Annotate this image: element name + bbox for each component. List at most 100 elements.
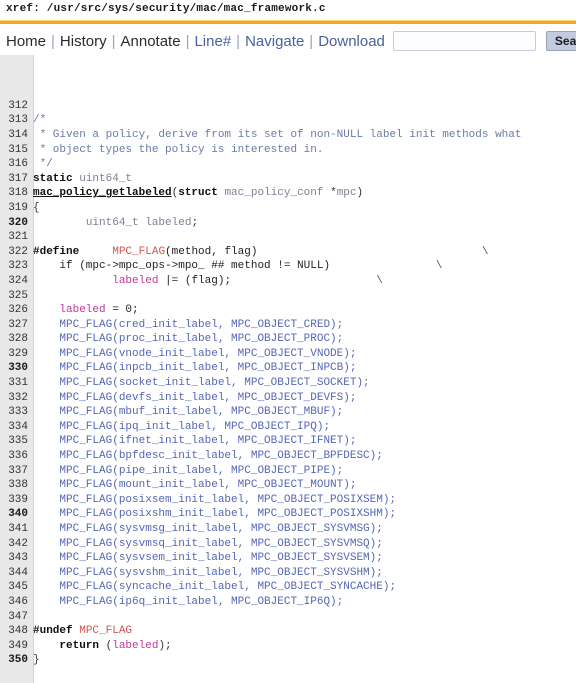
line-number[interactable]: 327 bbox=[0, 318, 33, 333]
line-number[interactable]: 334 bbox=[0, 420, 33, 435]
line-number[interactable]: 328 bbox=[0, 332, 33, 347]
line-number[interactable]: 344 bbox=[0, 566, 33, 581]
code-token: uint64_t bbox=[79, 172, 133, 185]
line-number[interactable]: 313 bbox=[0, 113, 33, 128]
code-line: 335 MPC_FLAG(ifnet_init_label, MPC_OBJEC… bbox=[0, 434, 576, 449]
code-token: static bbox=[33, 172, 80, 185]
line-number[interactable]: 342 bbox=[0, 537, 33, 552]
code-symbol-link[interactable]: MPC_FLAG(socket_init_label, MPC_OBJECT_S… bbox=[59, 377, 369, 389]
line-number[interactable]: 350 bbox=[0, 653, 33, 668]
search-input[interactable] bbox=[392, 31, 536, 51]
code-symbol-link[interactable]: MPC_FLAG(sysvsem_init_label, MPC_OBJECT_… bbox=[59, 552, 382, 564]
line-number[interactable]: 312 bbox=[0, 99, 33, 114]
line-number[interactable]: 329 bbox=[0, 347, 33, 362]
code-symbol-link[interactable]: MPC_FLAG(sysvmsq_init_label, MPC_OBJECT_… bbox=[59, 538, 382, 550]
menu-link-history[interactable]: History bbox=[60, 33, 107, 50]
code-symbol-link[interactable]: mac_policy_getlabeled bbox=[33, 187, 172, 199]
line-number[interactable]: 346 bbox=[0, 595, 33, 610]
code-line: 314 * Given a policy, derive from its se… bbox=[0, 128, 576, 143]
code-token: ; bbox=[191, 216, 199, 229]
code-symbol-link[interactable]: MPC_FLAG(devfs_init_label, MPC_OBJECT_DE… bbox=[59, 392, 356, 404]
code-symbol-link[interactable]: MPC_FLAG(ip6q_init_label, MPC_OBJECT_IP6… bbox=[59, 596, 343, 608]
code-symbol-link[interactable]: MPC_FLAG(mount_init_label, MPC_OBJECT_MO… bbox=[59, 479, 356, 491]
line-number[interactable]: 332 bbox=[0, 391, 33, 406]
line-number[interactable]: 349 bbox=[0, 639, 33, 654]
search-button[interactable]: Search bbox=[545, 31, 576, 51]
line-number[interactable]: 318 bbox=[0, 186, 33, 201]
code-line: 312 bbox=[0, 99, 576, 114]
code-symbol-link[interactable]: MPC_FLAG bbox=[79, 625, 132, 637]
code-symbol-link[interactable]: MPC_FLAG(posixshm_init_label, MPC_OBJECT… bbox=[59, 508, 396, 520]
line-number[interactable]: 336 bbox=[0, 449, 33, 464]
code-symbol-link[interactable]: MPC_FLAG(vnode_init_label, MPC_OBJECT_VN… bbox=[59, 348, 356, 360]
line-number[interactable]: 321 bbox=[0, 230, 33, 245]
line-number[interactable]: 345 bbox=[0, 580, 33, 595]
code-symbol-link[interactable]: MPC_FLAG(bpfdesc_init_label, MPC_OBJECT_… bbox=[59, 450, 382, 462]
code-symbol-link[interactable]: MPC_FLAG(inpcb_init_label, MPC_OBJECT_IN… bbox=[59, 362, 356, 374]
line-number[interactable]: 343 bbox=[0, 551, 33, 566]
code-line: 316 */ bbox=[0, 157, 576, 172]
code-line: 331 MPC_FLAG(socket_init_label, MPC_OBJE… bbox=[0, 376, 576, 391]
code-token: labeled bbox=[59, 304, 106, 317]
code-lines: 312 313/* 314 * Given a policy, derive fro… bbox=[0, 99, 576, 668]
line-number[interactable]: 333 bbox=[0, 405, 33, 420]
code-symbol-link[interactable]: MPC_FLAG(mbuf_init_label, MPC_OBJECT_MBU… bbox=[59, 406, 343, 418]
code-token: /* bbox=[33, 114, 47, 127]
line-number[interactable]: 348 bbox=[0, 624, 33, 639]
menu-separator: | bbox=[236, 32, 241, 50]
code-line: 327 MPC_FLAG(cred_init_label, MPC_OBJECT… bbox=[0, 318, 576, 333]
code-line: 313/* bbox=[0, 113, 576, 128]
line-number[interactable]: 326 bbox=[0, 303, 33, 318]
line-number[interactable]: 314 bbox=[0, 128, 33, 143]
menu-link-line[interactable]: Line# bbox=[194, 33, 231, 50]
code-symbol-link[interactable]: MPC_FLAG(ifnet_init_label, MPC_OBJECT_IF… bbox=[59, 435, 356, 447]
line-number[interactable]: 337 bbox=[0, 464, 33, 479]
menu-link-download[interactable]: Download bbox=[318, 33, 385, 50]
line-number[interactable]: 341 bbox=[0, 522, 33, 537]
code-token: \ bbox=[435, 260, 443, 273]
menu-link-home[interactable]: Home bbox=[6, 33, 46, 50]
code-symbol-link[interactable]: MPC_FLAG(cred_init_label, MPC_OBJECT_CRE… bbox=[59, 319, 343, 331]
line-number[interactable]: 340 bbox=[0, 507, 33, 522]
line-number[interactable]: 320 bbox=[0, 216, 33, 231]
code-symbol-link[interactable]: MPC_FLAG bbox=[112, 246, 165, 258]
line-number[interactable]: 331 bbox=[0, 376, 33, 391]
line-number[interactable]: 317 bbox=[0, 172, 33, 187]
code-line: 337 MPC_FLAG(pipe_init_label, MPC_OBJECT… bbox=[0, 464, 576, 479]
menu-link-navigate[interactable]: Navigate bbox=[245, 33, 304, 50]
line-number[interactable]: 338 bbox=[0, 478, 33, 493]
menu-link-annotate[interactable]: Annotate bbox=[121, 33, 181, 50]
code-line: 321 bbox=[0, 230, 576, 245]
code-symbol-link[interactable]: MPC_FLAG(syncache_init_label, MPC_OBJECT… bbox=[59, 581, 396, 593]
code-symbol-link[interactable]: MPC_FLAG(proc_init_label, MPC_OBJECT_PRO… bbox=[59, 333, 343, 345]
code-token: * object types the policy is interested … bbox=[33, 143, 324, 156]
code-token: = 0; bbox=[105, 304, 139, 317]
code-line: 344 MPC_FLAG(sysvshm_init_label, MPC_OBJ… bbox=[0, 566, 576, 581]
line-number[interactable]: 322 bbox=[0, 245, 33, 260]
code-symbol-link[interactable]: MPC_FLAG(posixsem_init_label, MPC_OBJECT… bbox=[59, 494, 396, 506]
line-number[interactable]: 339 bbox=[0, 493, 33, 508]
code-symbol-link[interactable]: MPC_FLAG(ipq_init_label, MPC_OBJECT_IPQ)… bbox=[59, 421, 330, 433]
code-token: \ bbox=[481, 245, 489, 258]
line-number[interactable]: 335 bbox=[0, 434, 33, 449]
code-token: mac_policy_conf bbox=[224, 187, 324, 200]
line-number[interactable]: 319 bbox=[0, 201, 33, 216]
line-number[interactable]: 323 bbox=[0, 259, 33, 274]
menu-separator: | bbox=[309, 32, 314, 50]
line-number[interactable]: 315 bbox=[0, 143, 33, 158]
code-symbol-link[interactable]: MPC_FLAG(pipe_init_label, MPC_OBJECT_PIP… bbox=[59, 465, 343, 477]
code-symbol-link[interactable]: MPC_FLAG(sysvmsg_init_label, MPC_OBJECT_… bbox=[59, 523, 382, 535]
code-line: 318 mac_policy_getlabeled(struct mac_poli… bbox=[0, 186, 576, 201]
line-number[interactable]: 316 bbox=[0, 157, 33, 172]
code-line: 340 MPC_FLAG(posixshm_init_label, MPC_OB… bbox=[0, 507, 576, 522]
code-symbol-link[interactable]: MPC_FLAG(sysvshm_init_label, MPC_OBJECT_… bbox=[59, 567, 382, 579]
code-line: 319{ bbox=[0, 201, 576, 216]
line-number[interactable]: 325 bbox=[0, 289, 33, 304]
line-number[interactable]: 324 bbox=[0, 274, 33, 289]
line-number[interactable]: 330 bbox=[0, 361, 33, 376]
